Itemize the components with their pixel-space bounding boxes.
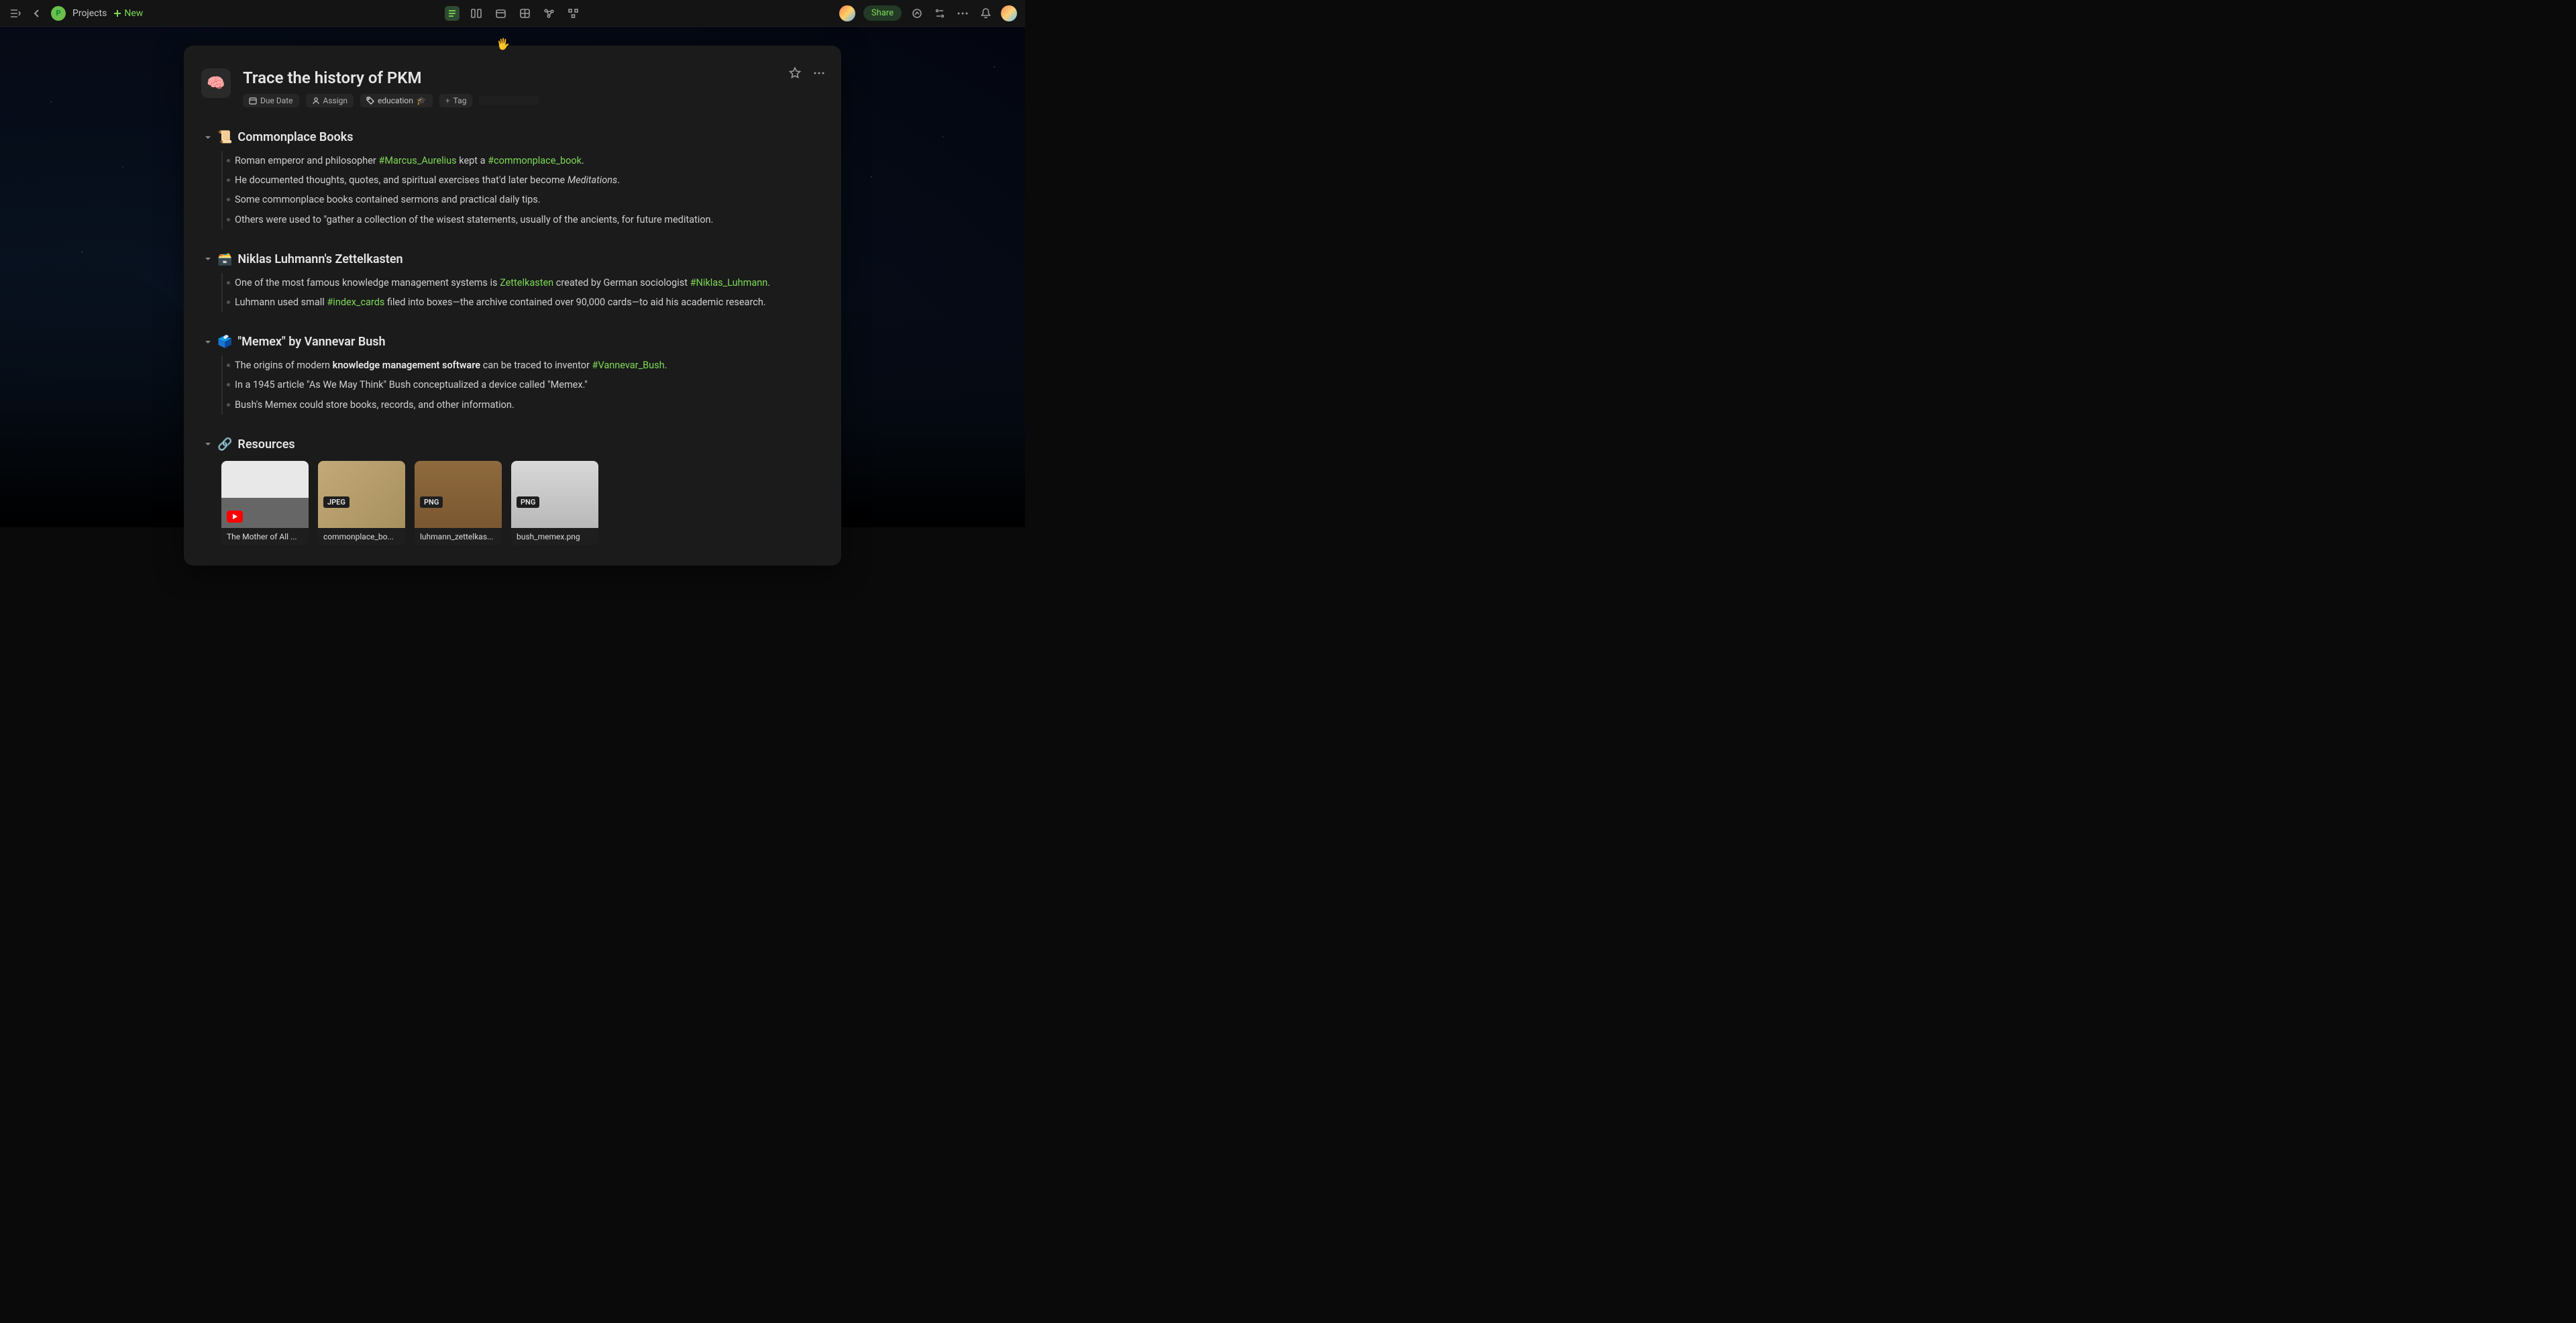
- section-title: Niklas Luhmann's Zettelkasten: [237, 252, 402, 266]
- workspace-avatar[interactable]: P: [51, 6, 66, 21]
- play-icon: [227, 511, 243, 523]
- notifications-icon[interactable]: [978, 6, 993, 21]
- bullet-item[interactable]: Bush's Memex could store books, records,…: [223, 395, 821, 415]
- view-table-icon[interactable]: [517, 6, 532, 21]
- assign-pill[interactable]: Assign: [306, 94, 354, 107]
- section-emoji: 🗳️: [217, 335, 232, 349]
- resource-label: commonplace_bo...: [318, 528, 405, 545]
- bullet-item[interactable]: Luhmann used small #index_cards filed in…: [223, 293, 821, 312]
- section-resources: 🔗 Resources The Mother of All ... JPEG com…: [201, 437, 824, 545]
- section-emoji: 📜: [217, 130, 232, 144]
- tag-education-pill[interactable]: education 🎓: [360, 94, 433, 107]
- sidebar-toggle-icon[interactable]: [8, 6, 23, 21]
- section: 📜 Commonplace Books Roman emperor and phil…: [201, 130, 824, 229]
- collapse-caret-icon[interactable]: [204, 134, 212, 142]
- resource-card[interactable]: PNG bush_memex.png: [511, 461, 598, 545]
- file-type-badge: JPEG: [323, 496, 350, 508]
- doc-emoji[interactable]: 🧠: [201, 68, 231, 98]
- collapse-caret-icon[interactable]: [204, 338, 212, 346]
- doc-title[interactable]: Trace the history of PKM: [243, 68, 824, 87]
- bullet-item[interactable]: Some commonplace books contained sermons…: [223, 190, 821, 209]
- resource-label: The Mother of All ...: [221, 528, 309, 545]
- bullet-item[interactable]: The origins of modern knowledge manageme…: [223, 356, 821, 375]
- more-icon[interactable]: [955, 6, 970, 21]
- breadcrumb[interactable]: Projects: [72, 8, 107, 19]
- resource-label: luhmann_zettelkas...: [415, 528, 502, 545]
- section-emoji: 🗃️: [217, 252, 232, 266]
- section: 🗃️ Niklas Luhmann's Zettelkasten One of th…: [201, 252, 824, 312]
- resource-thumb: JPEG: [318, 461, 405, 528]
- resource-thumb: [221, 461, 309, 528]
- bullet-item[interactable]: He documented thoughts, quotes, and spir…: [223, 170, 821, 190]
- section-title: "Memex" by Vannevar Bush: [237, 335, 385, 349]
- bullet-item[interactable]: In a 1945 article "As We May Think" Bush…: [223, 375, 821, 394]
- bullet-item[interactable]: One of the most famous knowledge managem…: [223, 273, 821, 293]
- file-type-badge: PNG: [420, 496, 443, 508]
- resource-label: bush_memex.png: [511, 528, 598, 545]
- bullet-item[interactable]: Roman emperor and philosopher #Marcus_Au…: [223, 151, 821, 170]
- bullet-item[interactable]: Others were used to "gather a collection…: [223, 210, 821, 229]
- file-type-badge: PNG: [517, 496, 539, 508]
- add-tag-pill[interactable]: + Tag: [439, 94, 473, 107]
- document-card: 🧠 Trace the history of PKM Due Date Assi…: [184, 46, 841, 566]
- resource-thumb: PNG: [511, 461, 598, 528]
- new-button[interactable]: New: [113, 8, 143, 19]
- doc-meta-row: Due Date Assign education 🎓 + Tag: [243, 94, 824, 107]
- view-board-icon[interactable]: [566, 6, 580, 21]
- collapse-caret-icon[interactable]: [204, 440, 212, 448]
- resource-card[interactable]: The Mother of All ...: [221, 461, 309, 545]
- view-calendar-icon[interactable]: [493, 6, 508, 21]
- collapse-caret-icon[interactable]: [204, 255, 212, 263]
- due-date-pill[interactable]: Due Date: [243, 94, 299, 107]
- view-split-icon[interactable]: [469, 6, 484, 21]
- topbar: P Projects New Share: [0, 0, 1025, 27]
- section-emoji: 🔗: [217, 437, 232, 452]
- doc-more-icon[interactable]: [812, 66, 826, 81]
- section-title: Commonplace Books: [237, 130, 353, 144]
- collaborator-avatar[interactable]: [839, 5, 855, 21]
- view-doc-icon[interactable]: [445, 6, 460, 21]
- meta-placeholder: [479, 96, 539, 105]
- share-button[interactable]: Share: [863, 5, 902, 21]
- settings-icon[interactable]: [932, 6, 947, 21]
- star-icon[interactable]: [788, 66, 802, 81]
- resource-card[interactable]: PNG luhmann_zettelkas...: [415, 461, 502, 545]
- user-avatar[interactable]: [1001, 5, 1017, 21]
- resource-thumb: PNG: [415, 461, 502, 528]
- updates-icon[interactable]: [910, 6, 924, 21]
- resource-card[interactable]: JPEG commonplace_bo...: [318, 461, 405, 545]
- section-title: Resources: [237, 437, 294, 452]
- view-graph-icon[interactable]: [541, 6, 556, 21]
- new-button-label: New: [124, 8, 143, 19]
- section: 🗳️ "Memex" by Vannevar Bush The origins of…: [201, 335, 824, 415]
- back-icon[interactable]: [30, 6, 44, 21]
